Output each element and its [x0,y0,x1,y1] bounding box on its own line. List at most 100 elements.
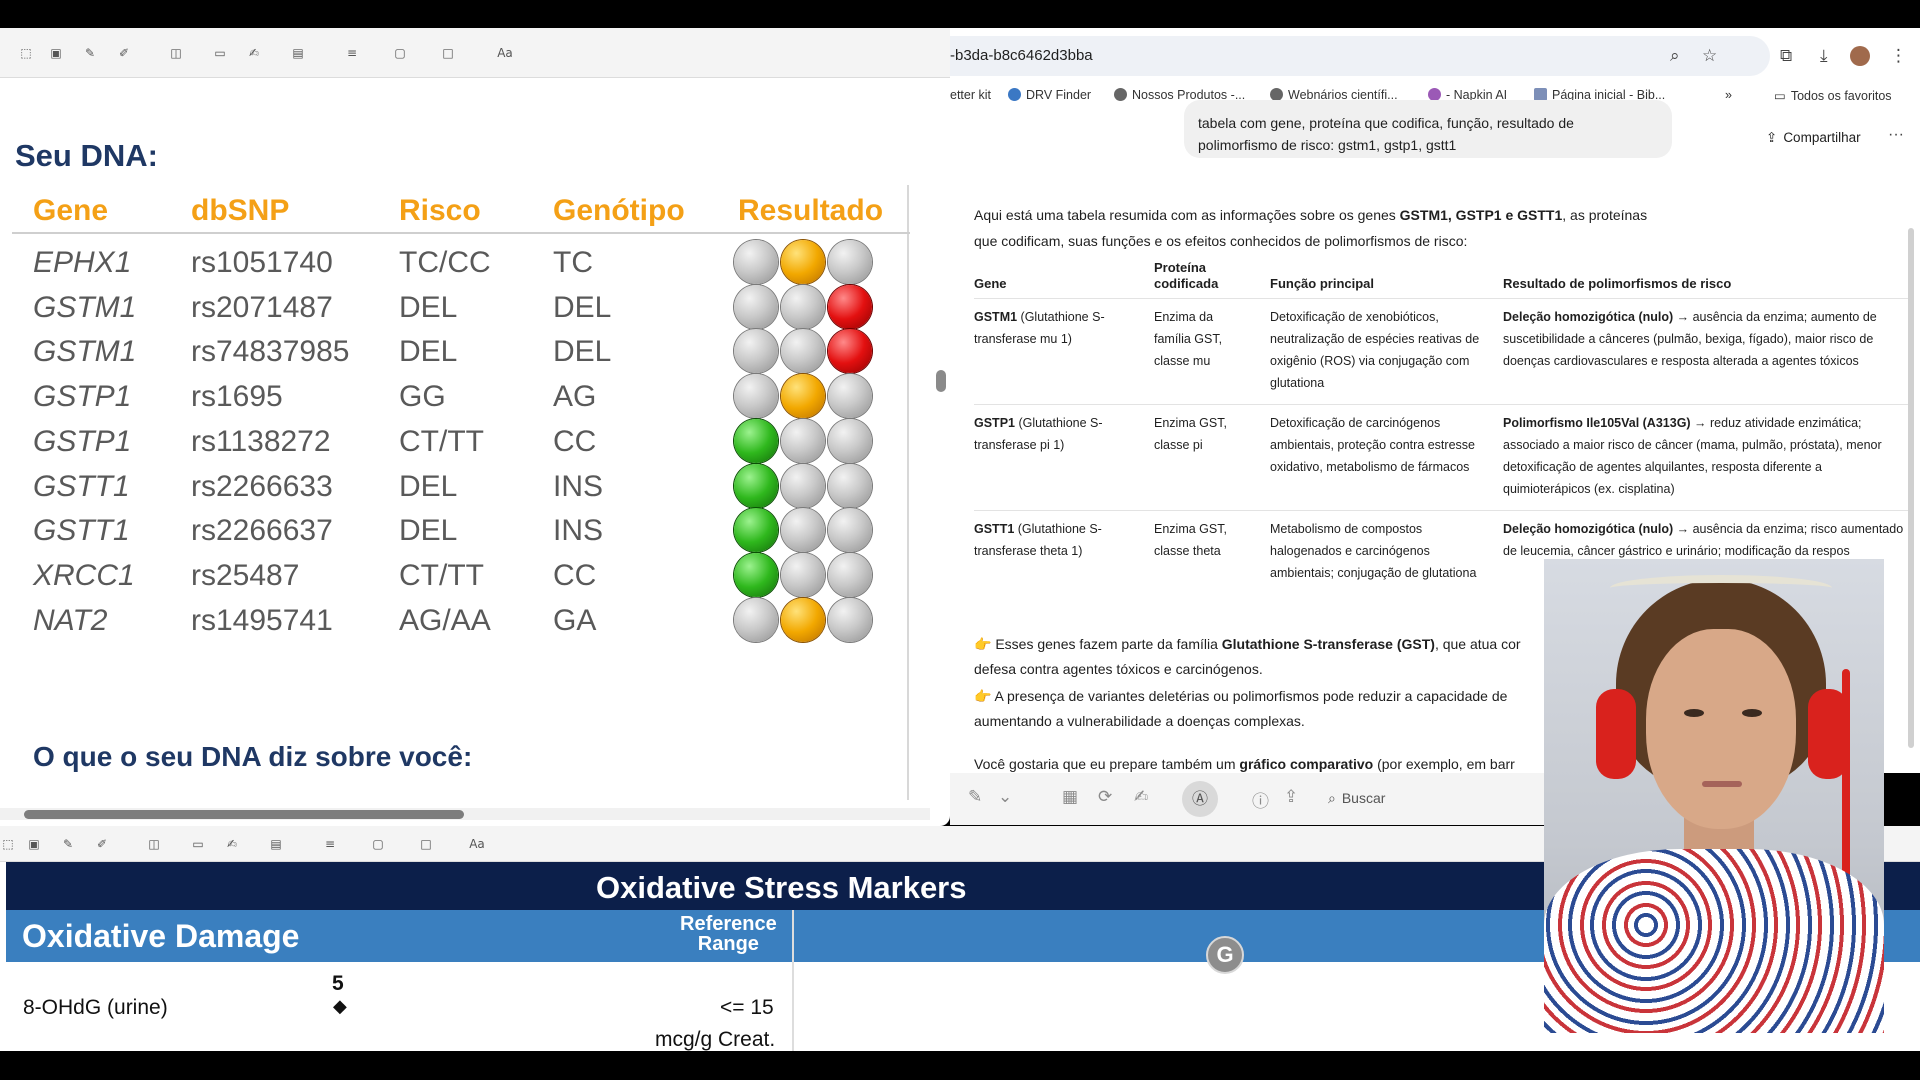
traffic-light-grey [734,240,778,284]
text-style-icon[interactable]: Aa [490,46,520,60]
url-text: -b3da-b8c6462d3bba [950,47,1093,64]
traffic-light-amber [781,374,825,419]
share-icon[interactable]: ⇪ [1284,787,1298,807]
user-message-line2: polimorfismo de risco: gstm1, gstp1, gst… [1198,137,1457,153]
traffic-light-grey [828,240,872,284]
gst-row3-function: Metabolismo de compostos halogenados e c… [1270,522,1477,580]
dna-risco: GG [399,380,446,414]
select-rect-icon[interactable]: ⬚ [18,46,34,60]
sketch-icon[interactable]: ✎ [82,46,98,60]
dna-snp: rs2071487 [191,290,333,324]
address-bar[interactable]: -b3da-b8c6462d3bba ⌕ ☆ [950,36,1770,76]
more-options-button[interactable]: ··· [1888,126,1904,144]
rotate-icon[interactable]: ⟳ [1098,787,1112,807]
search-icon: ⌕ [1328,791,1336,807]
traffic-light-grey [734,597,778,642]
dna-row: XRCC1 rs25487 CT/TT CC [12,552,910,599]
sign-icon[interactable]: ✍ [1134,787,1148,807]
traffic-light-grey [734,374,778,419]
browser-menu-icon[interactable]: ⋮ [1890,46,1907,66]
bookmark-2[interactable]: DRV Finder [1008,88,1091,102]
select-rect-icon[interactable]: ⬚ [0,837,16,851]
search-field[interactable]: ⌕ Buscar [1328,790,1385,807]
note-icon[interactable]: ▤ [290,46,306,60]
dna-row: GSTT1 rs2266633 DEL INS [12,463,910,510]
draw-icon[interactable]: ✐ [116,46,132,60]
gst-row2-result: Polimorfismo Ile105Val (A313G) → reduz a… [1503,416,1882,496]
sidebar-icon[interactable]: ▦ [1062,787,1078,807]
sign-icon[interactable]: ✍ [246,46,262,60]
border-color-icon[interactable]: ▢ [392,46,408,60]
shape-style-icon[interactable]: ≡ [322,837,338,851]
extensions-icon[interactable]: ⧉ [1780,46,1792,66]
text-style-icon[interactable]: Aa [462,837,492,851]
dna-gene: EPHX1 [33,246,132,279]
share-button[interactable]: ⇪ Compartilhar [1766,130,1861,146]
shapes-icon[interactable]: ◫ [168,46,184,60]
gst-row-divider [974,404,1910,405]
download-icon[interactable]: ⤓ [1820,46,1828,66]
all-bookmarks[interactable]: ▭ Todos os favoritos [1774,88,1892,103]
dna-snp: rs1051740 [191,246,333,279]
oxidative-section-title: Oxidative Damage [22,918,300,954]
chevron-down-icon[interactable]: ⌄ [998,787,1012,807]
select-fill-icon[interactable]: ▣ [48,46,64,60]
bookmark-star-icon[interactable]: ☆ [1702,46,1717,66]
dna-row: GSTM1 rs74837985 DEL DEL [12,329,910,375]
annotate-icon[interactable]: Ⓐ [1182,781,1218,817]
sketch-icon[interactable]: ✎ [60,837,76,851]
note-icon[interactable]: ▤ [268,837,284,851]
browser-scrollbar[interactable] [1908,228,1914,748]
profile-avatar[interactable] [1850,46,1870,66]
marker-diamond-icon: ◆ [333,996,347,1017]
traffic-light-result [734,508,884,554]
traffic-light-result [734,329,884,375]
vertical-scrollbar[interactable] [936,370,946,392]
fill-color-icon[interactable]: □ [440,46,456,60]
horizontal-scrollbar[interactable] [24,810,464,819]
traffic-light-grey [734,284,778,329]
dna-risco: DEL [399,335,458,369]
dna-table-header: Gene dbSNP Risco Genótipo Resultado [12,188,910,234]
grammarly-icon[interactable]: G [1206,936,1244,974]
gst-row3-result: Deleção homozigótica (nulo) → ausência d… [1503,522,1904,558]
header-gene: Gene [33,194,109,227]
header-resultado: Resultado [738,194,884,227]
dna-snp: rs1695 [191,380,283,414]
dna-gene: GSTM1 [33,290,137,324]
markup-pen-icon[interactable]: ✎ [968,787,982,807]
text-box-icon[interactable]: ▭ [190,837,206,851]
gst-header-result: Resultado de polimorfismos de risco [1503,276,1732,291]
select-fill-icon[interactable]: ▣ [26,837,42,851]
dna-gene: GSTT1 [33,514,130,548]
traffic-light-grey [828,374,872,419]
traffic-light-grey [781,329,825,374]
dna-gene: GSTM1 [33,335,137,369]
marker-unit: mcg/g Creat. [655,1028,776,1051]
gst-row2-gene: GSTP1 (Glutathione S-transferase pi 1) [974,416,1103,452]
bookmark-1[interactable]: etter kit [950,88,991,102]
header-genotipo: Genótipo [553,194,685,227]
fill-color-icon[interactable]: □ [418,837,434,851]
zoom-icon[interactable]: ⌕ [1670,46,1680,66]
webcam-person-face [1646,629,1796,829]
dna-genotipo: INS [553,514,604,548]
shape-style-icon[interactable]: ≡ [344,46,360,60]
draw-icon[interactable]: ✐ [94,837,110,851]
dna-gene: GSTP1 [33,380,132,414]
dna-gene: XRCC1 [33,558,135,592]
user-message: tabela com gene, proteína que codifica, … [1184,100,1672,158]
slide-title: Seu DNA: [15,138,158,173]
traffic-light-result [734,284,884,331]
sign-icon[interactable]: ✍ [224,837,240,851]
border-color-icon[interactable]: ▢ [370,837,386,851]
bookmarks-overflow[interactable]: » [1725,88,1732,102]
dna-risco: CT/TT [399,424,484,458]
folder-icon: ▭ [1774,88,1786,103]
info-icon[interactable]: ⓘ [1252,787,1269,812]
traffic-light-grey [781,508,825,553]
shapes-icon[interactable]: ◫ [146,837,162,851]
text-box-icon[interactable]: ▭ [212,46,228,60]
slide: Seu DNA: Gene dbSNP Risco Genótipo Resul… [0,78,910,826]
oxidative-column-divider [792,910,794,1051]
